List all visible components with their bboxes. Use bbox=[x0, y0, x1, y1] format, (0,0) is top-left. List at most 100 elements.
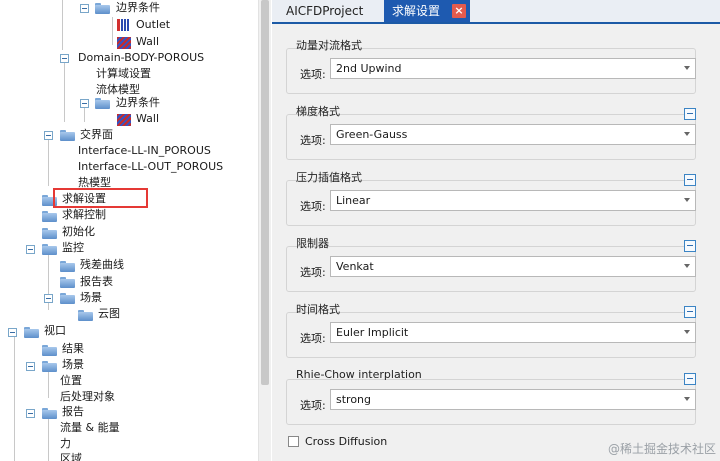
tree-toggle[interactable] bbox=[80, 4, 89, 13]
select-value: Venkat bbox=[336, 260, 374, 273]
limiter-select[interactable]: Venkat bbox=[330, 256, 696, 277]
tree-toggle[interactable] bbox=[26, 362, 35, 371]
collapse-icon[interactable] bbox=[684, 108, 696, 120]
tab-bar: AICFDProject 求解设置 × bbox=[272, 0, 720, 24]
tab-project[interactable]: AICFDProject bbox=[276, 0, 373, 22]
tree-item[interactable]: 流量 & 能量 bbox=[60, 420, 120, 436]
collapse-icon[interactable] bbox=[684, 174, 696, 186]
option-label: 选项: bbox=[300, 266, 326, 279]
chevron-down-icon bbox=[684, 397, 690, 401]
folder-icon bbox=[78, 310, 93, 321]
group-rhie-chow: Rhie-Chow interplation 选项: strong bbox=[286, 368, 714, 426]
group-gradient: 梯度格式 选项: Green-Gauss bbox=[286, 103, 714, 161]
folder-icon bbox=[95, 3, 110, 14]
tree-item[interactable]: Wall bbox=[136, 111, 159, 127]
group-title: 动量对流格式 bbox=[296, 39, 362, 52]
wall-icon bbox=[117, 114, 131, 126]
group-title: Rhie-Chow interplation bbox=[296, 368, 422, 381]
tree-item[interactable]: 求解控制 bbox=[62, 207, 106, 223]
option-label: 选项: bbox=[300, 134, 326, 147]
cross-diffusion-checkbox[interactable] bbox=[288, 436, 299, 447]
collapse-icon[interactable] bbox=[684, 373, 696, 385]
option-label: 选项: bbox=[300, 399, 326, 412]
tree-toggle[interactable] bbox=[26, 245, 35, 254]
tree-item[interactable]: 视口 bbox=[44, 323, 66, 339]
tree-item[interactable]: 报告表 bbox=[80, 274, 113, 290]
gradient-scheme-select[interactable]: Green-Gauss bbox=[330, 124, 696, 145]
tree-panel: 边界条件 Outlet Wall Domain-BODY-POROUS 计算域设… bbox=[0, 0, 272, 461]
tree-item[interactable]: 报告 bbox=[62, 404, 84, 420]
tree-item[interactable]: 初始化 bbox=[62, 224, 95, 240]
tree-item[interactable]: 交界面 bbox=[80, 127, 113, 143]
folder-icon bbox=[42, 244, 57, 255]
select-value: strong bbox=[336, 393, 372, 406]
select-value: 2nd Upwind bbox=[336, 62, 402, 75]
highlight-box bbox=[53, 188, 148, 208]
tree-item[interactable]: 计算域设置 bbox=[96, 66, 151, 82]
tree-item[interactable]: Interface-LL-OUT_POROUS bbox=[78, 159, 223, 175]
tree-item[interactable]: 结果 bbox=[62, 341, 84, 357]
folder-icon bbox=[60, 130, 75, 141]
tree-toggle[interactable] bbox=[44, 294, 53, 303]
option-label: 选项: bbox=[300, 68, 326, 81]
folder-icon bbox=[60, 261, 75, 272]
option-label: 选项: bbox=[300, 332, 326, 345]
chevron-down-icon bbox=[684, 132, 690, 136]
time-scheme-select[interactable]: Euler Implicit bbox=[330, 322, 696, 343]
chevron-down-icon bbox=[684, 330, 690, 334]
folder-icon bbox=[42, 361, 57, 372]
momentum-scheme-select[interactable]: 2nd Upwind bbox=[330, 58, 696, 79]
tree-item[interactable]: 监控 bbox=[62, 240, 84, 256]
group-momentum-convection: 动量对流格式 选项: 2nd Upwind bbox=[286, 37, 714, 95]
tree-item[interactable]: Interface-LL-IN_POROUS bbox=[78, 143, 211, 159]
group-title: 压力插值格式 bbox=[296, 171, 362, 184]
tree-item[interactable]: Domain-BODY-POROUS bbox=[78, 50, 204, 66]
tree-item[interactable]: 后处理对象 bbox=[60, 389, 115, 405]
cross-diffusion-label[interactable]: Cross Diffusion bbox=[305, 435, 387, 448]
tree-item[interactable]: 场景 bbox=[62, 357, 84, 373]
tab-solver-settings[interactable]: 求解设置 × bbox=[384, 0, 470, 22]
tree-toggle[interactable] bbox=[26, 409, 35, 418]
select-value: Linear bbox=[336, 194, 371, 207]
tree-toggle[interactable] bbox=[8, 328, 17, 337]
tree-scrollbar[interactable] bbox=[258, 0, 271, 461]
group-time-scheme: 时间格式 选项: Euler Implicit bbox=[286, 301, 714, 359]
collapse-icon[interactable] bbox=[684, 240, 696, 252]
tree-item[interactable]: 残差曲线 bbox=[80, 257, 124, 273]
folder-icon bbox=[42, 408, 57, 419]
tree-item[interactable]: 位置 bbox=[60, 373, 82, 389]
select-value: Green-Gauss bbox=[336, 128, 408, 141]
tree-toggle[interactable] bbox=[60, 54, 69, 63]
group-limiter: 限制器 选项: Venkat bbox=[286, 235, 714, 293]
group-title: 梯度格式 bbox=[296, 105, 340, 118]
chevron-down-icon bbox=[684, 66, 690, 70]
tree-toggle[interactable] bbox=[80, 99, 89, 108]
scrollbar-thumb[interactable] bbox=[261, 0, 269, 385]
tree-item[interactable]: Outlet bbox=[136, 17, 170, 33]
folder-icon bbox=[42, 211, 57, 222]
pressure-scheme-select[interactable]: Linear bbox=[330, 190, 696, 211]
tree-item[interactable]: 边界条件 bbox=[116, 0, 160, 16]
chevron-down-icon bbox=[684, 264, 690, 268]
tree-item[interactable]: 区域 bbox=[60, 451, 82, 461]
select-value: Euler Implicit bbox=[336, 326, 409, 339]
tree-item[interactable]: 云图 bbox=[98, 306, 120, 322]
option-label: 选项: bbox=[300, 200, 326, 213]
tree-item[interactable]: 力 bbox=[60, 436, 71, 452]
tree-toggle[interactable] bbox=[44, 131, 53, 140]
tree-item[interactable]: 边界条件 bbox=[116, 95, 160, 111]
tab-label: 求解设置 bbox=[392, 4, 441, 18]
tree-item[interactable]: 场景 bbox=[80, 290, 102, 306]
wall-icon bbox=[117, 37, 131, 49]
group-pressure-interpolation: 压力插值格式 选项: Linear bbox=[286, 169, 714, 227]
folder-icon bbox=[42, 345, 57, 356]
collapse-icon[interactable] bbox=[684, 306, 696, 318]
rhie-chow-select[interactable]: strong bbox=[330, 389, 696, 410]
folder-icon bbox=[60, 293, 75, 304]
solver-settings-panel: AICFDProject 求解设置 × 动量对流格式 选项: 2nd Upwin… bbox=[272, 0, 720, 461]
outlet-icon bbox=[117, 19, 131, 31]
group-title: 时间格式 bbox=[296, 303, 340, 316]
tree-item[interactable]: Wall bbox=[136, 34, 159, 50]
close-icon[interactable]: × bbox=[452, 4, 466, 18]
group-title: 限制器 bbox=[296, 237, 329, 250]
